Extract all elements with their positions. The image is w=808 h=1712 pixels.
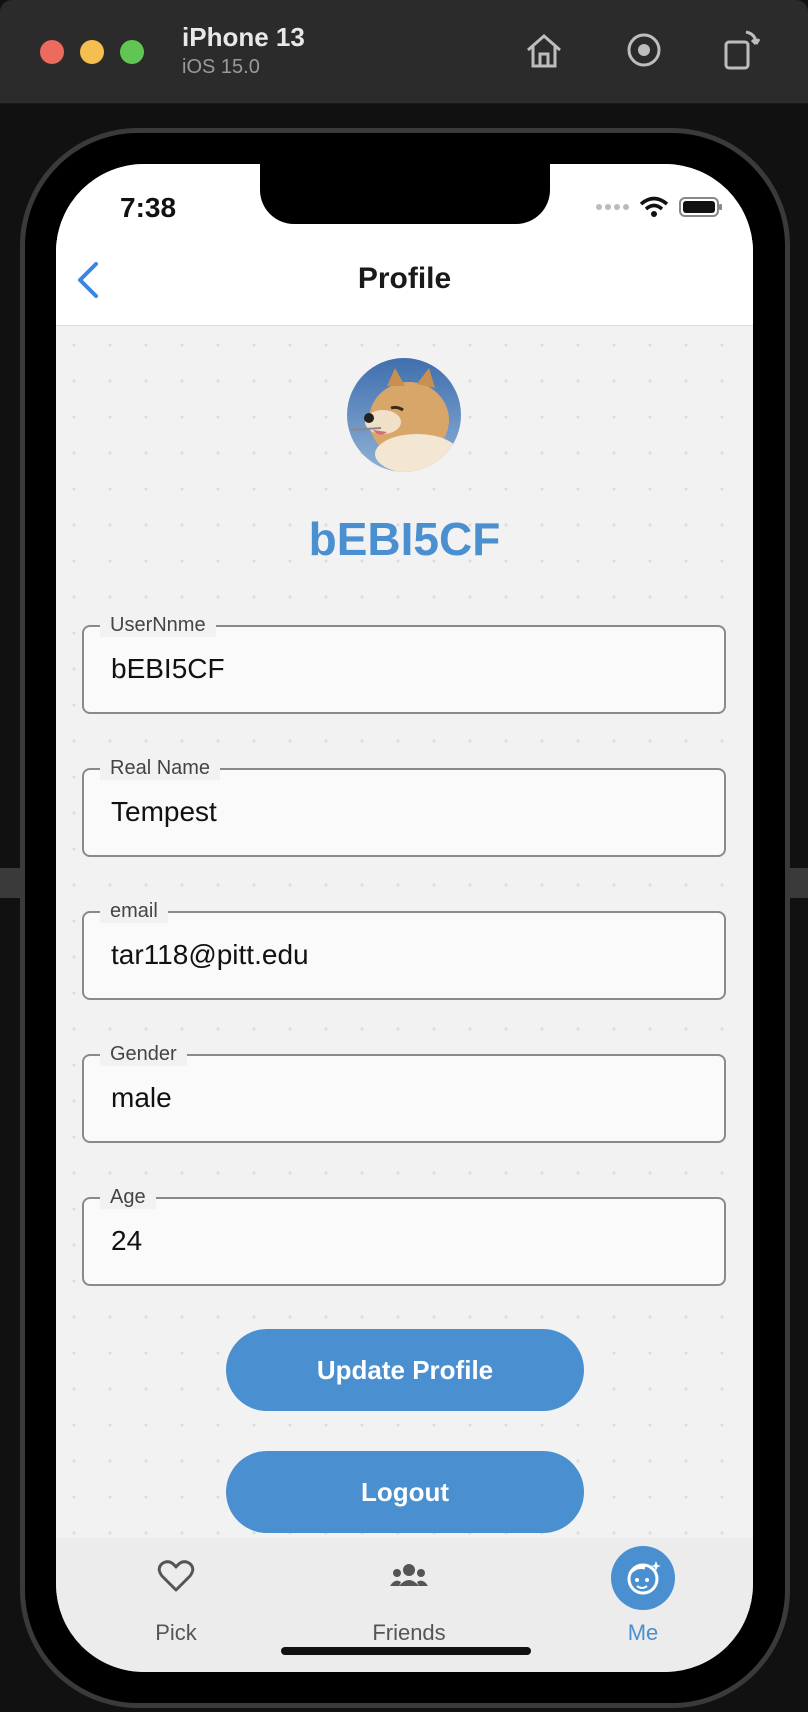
wifi-icon <box>639 196 669 217</box>
tab-pick-label: Pick <box>155 1620 197 1645</box>
navigation-bar: Profile <box>56 234 753 326</box>
battery-icon <box>679 197 722 217</box>
minimize-window-button[interactable] <box>80 40 104 64</box>
rotate-icon[interactable] <box>718 28 762 72</box>
page-title: Profile <box>357 262 452 295</box>
real-name-field-label: Real Name <box>100 756 221 780</box>
username-field[interactable]: UserNnme bEBI5CF <box>82 613 726 714</box>
tab-pick[interactable]: Pick <box>106 1538 246 1672</box>
age-field-value: 24 <box>111 1225 143 1256</box>
email-field-value: tar118@pitt.edu <box>111 939 309 970</box>
gender-field[interactable]: Gender male <box>82 1042 726 1143</box>
tab-friends-label: Friends <box>372 1620 446 1645</box>
email-field[interactable]: email tar118@pitt.edu <box>82 899 726 1000</box>
real-name-field-value: Tempest <box>111 796 217 827</box>
avatar <box>347 358 461 472</box>
age-field[interactable]: Age 24 <box>82 1185 726 1286</box>
status-time: 7:38 <box>120 192 177 223</box>
email-field-label: email <box>100 899 168 923</box>
zoom-window-button[interactable] <box>120 40 144 64</box>
username-field-label: UserNnme <box>100 613 216 637</box>
simulator-device-name: iPhone 13 <box>182 22 305 52</box>
username-field-value: bEBI5CF <box>111 653 225 684</box>
real-name-field[interactable]: Real Name Tempest <box>82 756 726 857</box>
status-icons <box>595 196 723 218</box>
gender-field-label: Gender <box>100 1042 187 1066</box>
gender-field-value: male <box>111 1082 172 1113</box>
update-profile-button[interactable]: Update Profile <box>226 1329 584 1411</box>
face-icon <box>623 1558 663 1598</box>
device-notch <box>260 164 550 224</box>
heart-icon <box>156 1556 196 1596</box>
tab-me[interactable]: Me <box>573 1538 713 1672</box>
logout-button[interactable]: Logout <box>226 1451 584 1533</box>
people-icon <box>389 1556 429 1596</box>
age-field-label: Age <box>100 1185 156 1209</box>
device-screen: 7:38 Profile bEBI5CF UserNnme bEBI5CF Re… <box>56 164 753 1672</box>
screenshot-icon[interactable] <box>622 28 666 72</box>
simulator-os-version: iOS 15.0 <box>182 56 260 78</box>
close-window-button[interactable] <box>40 40 64 64</box>
home-icon[interactable] <box>522 28 566 72</box>
simulator-toolbar: iPhone 13 iOS 15.0 <box>0 0 808 104</box>
tab-me-label: Me <box>627 1620 659 1645</box>
signal-icon <box>596 204 629 210</box>
profile-display-name: bEBI5CF <box>308 513 501 565</box>
home-indicator <box>281 1647 531 1655</box>
